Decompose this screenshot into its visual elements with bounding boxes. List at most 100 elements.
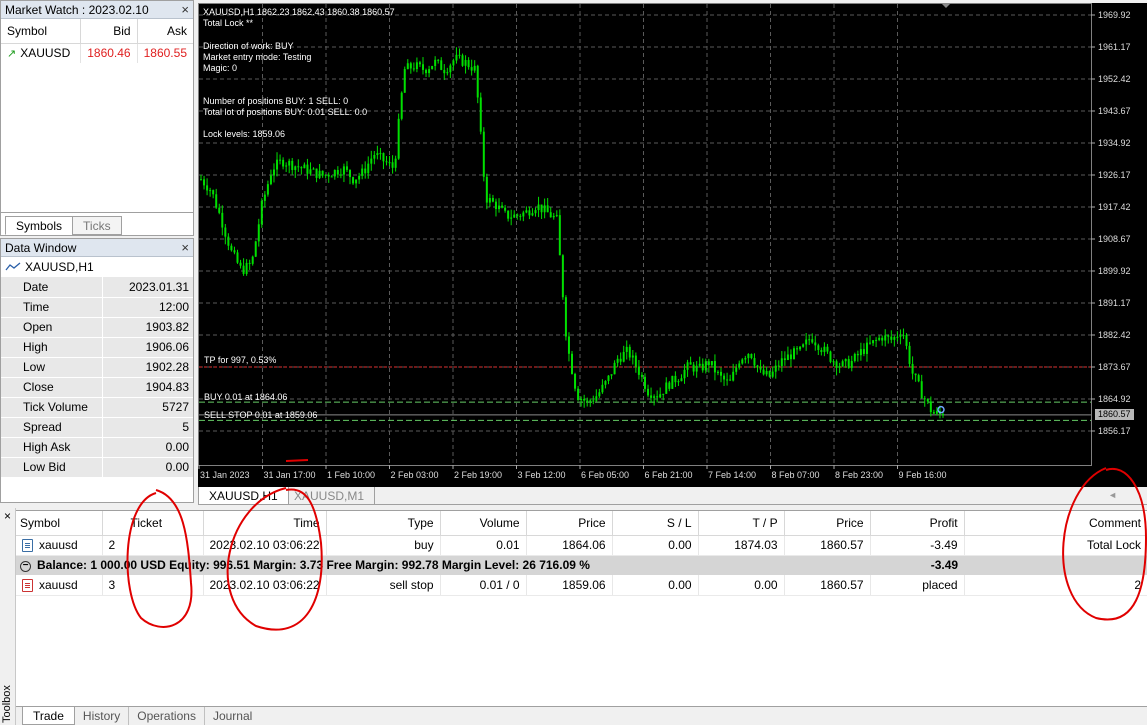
candle-body <box>385 161 388 163</box>
tab-operations[interactable]: Operations <box>129 707 205 725</box>
data-window-row: Spread 5 <box>1 417 193 438</box>
toolbox-tabs: Trade History Operations Journal <box>16 706 1147 725</box>
y-tick-label: 1908.67 <box>1098 234 1131 244</box>
candle-body <box>841 361 844 367</box>
ask-value: 1860.55 <box>143 46 187 61</box>
col-symbol[interactable]: Symbol <box>1 19 82 44</box>
col-tp[interactable]: T / P <box>698 511 785 536</box>
data-window-value: 1903.82 <box>102 317 193 338</box>
position-sl[interactable]: 0.00 <box>612 535 699 556</box>
candle-body <box>513 214 516 218</box>
candle-body <box>613 362 616 375</box>
candle-body <box>400 92 403 119</box>
close-icon[interactable]: × <box>181 2 189 17</box>
collapse-icon[interactable]: − <box>20 560 31 572</box>
tab-symbols[interactable]: Symbols <box>5 216 74 235</box>
candle-body <box>415 62 418 70</box>
candle-body <box>789 354 792 360</box>
candle-body <box>473 65 476 71</box>
candle-body <box>750 353 753 359</box>
data-window-panel: Data Window × XAUUSD,H1 Date 2023.01.31 Ti… <box>0 238 194 503</box>
candle-body <box>932 412 935 414</box>
candle-body <box>370 158 373 164</box>
tab-trade[interactable]: Trade <box>22 707 75 725</box>
col-comment[interactable]: Comment <box>964 511 1147 536</box>
chart-shift-icon[interactable] <box>941 3 951 8</box>
ea-info-line-3: Market entry mode: Testing <box>203 52 312 62</box>
col-ask[interactable]: Ask <box>137 19 193 44</box>
candle-body <box>695 365 698 372</box>
chart-tab-h1[interactable]: XAUUSD,H1 <box>198 487 289 505</box>
order-row[interactable]: xauusd 3 2023.02.10 03:06:22 sell stop 0… <box>16 575 1147 596</box>
candle-body <box>224 227 227 237</box>
data-window-row: Open 1903.82 <box>1 317 193 338</box>
data-window-key: High <box>1 337 103 358</box>
candle-body <box>522 212 525 217</box>
candle-body <box>382 153 385 162</box>
price-chart-svg[interactable]: 1969.92 1961.17 1952.42 1943.67 1934.92 1926.… <box>198 3 1147 487</box>
col-ticket[interactable]: Ticket <box>102 511 204 536</box>
data-window-key: Date <box>1 277 103 298</box>
tab-journal[interactable]: Journal <box>205 707 260 725</box>
candle-body <box>531 213 534 216</box>
candle-body <box>561 255 564 298</box>
y-tick-label: 1917.42 <box>1098 202 1131 212</box>
data-window-key: High Ask <box>1 437 103 458</box>
candle-body <box>735 367 738 372</box>
close-icon[interactable]: × <box>0 509 15 523</box>
candle-body <box>820 350 823 353</box>
col-sl[interactable]: S / L <box>612 511 699 536</box>
data-window-key: Close <box>1 377 103 398</box>
candle-body <box>510 217 513 219</box>
candle-body <box>716 371 719 373</box>
position-row[interactable]: xauusd 2 2023.02.10 03:06:22 buy 0.01 18… <box>16 535 1147 556</box>
candle-body <box>671 375 674 389</box>
col-current-price[interactable]: Price <box>784 511 871 536</box>
candle-body <box>336 170 339 175</box>
candle-body <box>786 354 789 361</box>
candle-body <box>710 361 713 366</box>
y-tick-label: 1856.17 <box>1098 426 1131 436</box>
candle-body <box>887 335 890 337</box>
order-sl[interactable]: 0.00 <box>612 575 699 596</box>
market-watch-row[interactable]: ↗ XAUUSD 1860.46 1860.55 <box>1 43 193 63</box>
candle-body <box>516 214 519 216</box>
candle-body <box>832 361 835 363</box>
candle-body <box>257 224 260 242</box>
x-tick-label: 2 Feb 03:00 <box>391 470 439 480</box>
tab-ticks[interactable]: Ticks <box>72 216 122 235</box>
tab-history[interactable]: History <box>75 707 130 725</box>
candle-body <box>917 375 920 382</box>
col-price[interactable]: Price <box>526 511 613 536</box>
candle-body <box>306 164 309 174</box>
position-tp[interactable]: 1874.03 <box>698 535 785 556</box>
col-bid[interactable]: Bid <box>80 19 138 44</box>
ea-info-line-7: Lock levels: 1859.06 <box>203 129 286 139</box>
candle-body <box>859 349 862 356</box>
col-profit[interactable]: Profit <box>870 511 965 536</box>
candle-body <box>744 358 747 360</box>
order-type: sell stop <box>326 575 441 596</box>
bid-value: 1860.46 <box>80 43 138 63</box>
trade-table: Symbol Ticket Time Type Volume Price S /… <box>16 511 1147 596</box>
data-window-value: 0.00 <box>102 437 193 458</box>
candle-body <box>625 346 628 352</box>
candle-body <box>656 396 659 398</box>
tab-scroll-left-icon[interactable]: ◄ <box>1108 490 1117 500</box>
candle-body <box>449 65 452 73</box>
candle-body <box>203 179 206 186</box>
col-volume[interactable]: Volume <box>440 511 527 536</box>
order-tp[interactable]: 0.00 <box>698 575 785 596</box>
candle-body <box>799 346 802 350</box>
price-chart[interactable]: 1969.92 1961.17 1952.42 1943.67 1934.92 1926.… <box>198 3 1147 487</box>
col-time[interactable]: Time <box>203 511 327 536</box>
candle-body <box>680 378 683 382</box>
candle-body <box>461 55 464 66</box>
candle-body <box>345 166 348 170</box>
close-icon[interactable]: × <box>181 240 189 255</box>
y-tick-label: 1943.67 <box>1098 106 1131 116</box>
chart-tab-m1[interactable]: XAUUSD,M1 <box>284 487 376 505</box>
col-symbol[interactable]: Symbol <box>16 511 103 536</box>
candle-body <box>683 369 686 379</box>
col-type[interactable]: Type <box>326 511 441 536</box>
